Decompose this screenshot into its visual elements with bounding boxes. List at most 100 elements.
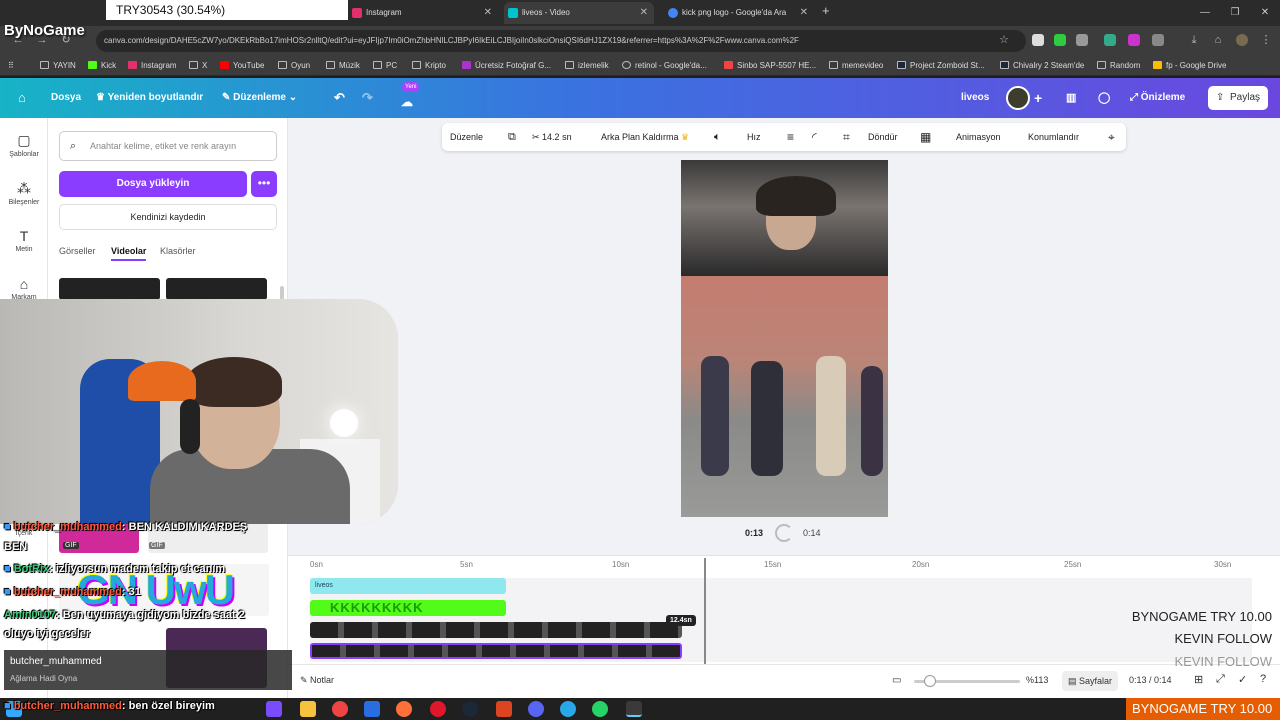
border-style-icon[interactable]: ≡ [787, 123, 794, 151]
bookmark-kripto[interactable]: Kripto [412, 56, 446, 76]
text-track[interactable]: liveos [310, 578, 506, 594]
flip-icon[interactable]: ⧉ [508, 123, 516, 151]
minimize-icon[interactable]: — [1190, 0, 1220, 26]
tab-videos[interactable]: Videolar [111, 246, 147, 261]
bookmark-free-photo[interactable]: Ücretsiz Fotoğraf G... [462, 56, 551, 76]
bookmark-star-icon[interactable]: ☆ [996, 32, 1012, 48]
tab-liveos-video[interactable]: liveos - Video ✕ [504, 2, 654, 24]
profile-avatar[interactable] [1236, 34, 1248, 46]
tab-instagram[interactable]: Instagram ✕ [348, 2, 498, 24]
rail-brand[interactable]: ⌂ Markam [0, 276, 48, 301]
chrome-active-icon[interactable] [626, 701, 642, 717]
resize-button[interactable]: ♛ Yeniden boyutlandır [96, 78, 203, 118]
extension-icon[interactable] [1032, 34, 1044, 46]
app-icon[interactable] [364, 701, 380, 717]
bookmark-pc[interactable]: PC [373, 56, 397, 76]
search-input[interactable]: ⌕ Anahtar kelime, etiket ve renk arayın [59, 131, 277, 161]
extension-icon[interactable] [1076, 34, 1088, 46]
fit-icon[interactable]: ▭ [892, 675, 901, 686]
preview-button[interactable]: ⤢ Önizleme [1130, 78, 1185, 118]
video-thumbnail[interactable] [166, 278, 267, 300]
discord-icon[interactable] [528, 701, 544, 717]
rail-text[interactable]: T Metin [0, 228, 48, 253]
tab-folders[interactable]: Klasörler [160, 246, 196, 256]
history-icon[interactable]: ⌂ [1210, 32, 1226, 48]
cloud-save-icon[interactable]: ☁ [401, 82, 413, 122]
project-title[interactable]: liveos [961, 78, 989, 118]
bg-remove-button[interactable]: Arka Plan Kaldırma ♛ [601, 123, 689, 151]
url-input[interactable]: canva.com/design/DAHE5cZW7yo/DKEkRbBo17i… [96, 30, 1026, 52]
download-icon[interactable]: ⤓ [1186, 32, 1202, 48]
bookmark-oyun[interactable]: Oyun [278, 56, 310, 76]
collaborator-avatar[interactable] [1006, 86, 1030, 110]
zoom-slider[interactable] [914, 675, 1020, 687]
close-window-icon[interactable]: ✕ [1250, 0, 1280, 26]
insights-icon[interactable]: ▥ [1066, 78, 1076, 118]
playhead[interactable] [704, 558, 706, 664]
format-painter-icon[interactable]: ⌖ [1108, 123, 1115, 151]
new-tab-button[interactable]: + [822, 3, 830, 18]
bookmark-muzik[interactable]: Müzik [326, 56, 360, 76]
home-icon[interactable]: ⌂ [18, 78, 26, 118]
upload-files-button[interactable]: Dosya yükleyin [59, 171, 247, 197]
maximize-icon[interactable]: ❐ [1220, 0, 1250, 26]
image-track[interactable]: KKKKKKKKK [310, 600, 506, 616]
bookmark-yayin[interactable]: YAYIN [40, 56, 76, 76]
position-button[interactable]: Konumlandır [1028, 123, 1079, 151]
rail-elements[interactable]: ⁂ Bileşenler [0, 180, 48, 206]
animation-button[interactable]: Animasyon [956, 123, 1001, 151]
file-menu[interactable]: Dosya [51, 78, 81, 118]
notes-button[interactable]: ✎ Notlar [300, 675, 334, 686]
bookmark-izlemelik[interactable]: izlemelik [565, 56, 609, 76]
check-icon[interactable]: ✓ [1238, 673, 1247, 686]
edit-mode-dropdown[interactable]: ✎ Düzenleme ⌄ [222, 78, 297, 118]
bookmark-instagram[interactable]: Instagram [128, 56, 177, 76]
transparency-icon[interactable]: ▦ [920, 123, 931, 151]
help-icon[interactable]: ? [1260, 673, 1266, 685]
close-icon[interactable]: ✕ [484, 2, 492, 24]
trim-button[interactable]: ✂ 14.2 sn [532, 123, 572, 151]
bookmark-x[interactable]: X [189, 56, 207, 76]
speed-button[interactable]: Hız [747, 123, 761, 151]
video-track[interactable] [310, 622, 682, 638]
pages-button[interactable]: ▤ Sayfalar [1062, 671, 1119, 691]
grid-view-icon[interactable]: ⊞ [1194, 673, 1203, 686]
share-button[interactable]: ⇪ Paylaş [1208, 86, 1269, 110]
opera-icon[interactable] [430, 701, 446, 717]
video-canvas[interactable] [681, 160, 888, 517]
menu-kebab-icon[interactable]: ⋮ [1258, 32, 1274, 48]
extension-icon[interactable] [1128, 34, 1140, 46]
apps-icon[interactable]: ⠿ [8, 56, 14, 76]
redo-icon[interactable]: ↷ [362, 78, 373, 118]
chrome-icon[interactable] [332, 701, 348, 717]
video-track-selected[interactable] [310, 643, 682, 659]
crop-icon[interactable]: ⌗ [843, 123, 850, 151]
bookmark-youtube[interactable]: YouTube [220, 56, 264, 76]
corner-rounding-icon[interactable]: ◜ [812, 123, 817, 151]
edit-video-button[interactable]: Düzenle [450, 123, 483, 151]
rotate-button[interactable]: Döndür [868, 123, 898, 151]
play-button[interactable] [775, 524, 793, 542]
bookmark-sinbo[interactable]: Sinbo SAP-5507 HE... [724, 56, 816, 76]
bookmark-chivalry[interactable]: Chivalry 2 Steam'de [1000, 56, 1084, 76]
zoom-level[interactable]: %113 [1026, 675, 1048, 685]
extension-icon[interactable] [1054, 34, 1066, 46]
tab-google-search[interactable]: kick png logo - Google'da Ara ✕ [664, 2, 814, 24]
bookmark-random[interactable]: Random [1097, 56, 1140, 76]
add-collaborator-icon[interactable]: + [1034, 78, 1042, 118]
extension-icon[interactable] [1104, 34, 1116, 46]
tab-images[interactable]: Görseller [59, 246, 96, 256]
telegram-icon[interactable] [560, 701, 576, 717]
bookmark-retinol[interactable]: retinol - Google'da... [622, 56, 707, 76]
whatsapp-icon[interactable] [592, 701, 608, 717]
firefox-icon[interactable] [396, 701, 412, 717]
volume-icon[interactable]: 🔈︎ [714, 123, 721, 151]
undo-icon[interactable]: ↶ [334, 78, 345, 118]
steam-icon[interactable] [462, 701, 478, 717]
rail-templates[interactable]: ▢ Şablonlar [0, 132, 48, 158]
record-yourself-button[interactable]: Kendinizi kaydedin [59, 204, 277, 230]
extensions-puzzle-icon[interactable] [1152, 34, 1164, 46]
bookmark-project-zomboid[interactable]: Project Zomboid St... [897, 56, 985, 76]
app-icon[interactable] [496, 701, 512, 717]
close-icon[interactable]: ✕ [640, 2, 648, 24]
